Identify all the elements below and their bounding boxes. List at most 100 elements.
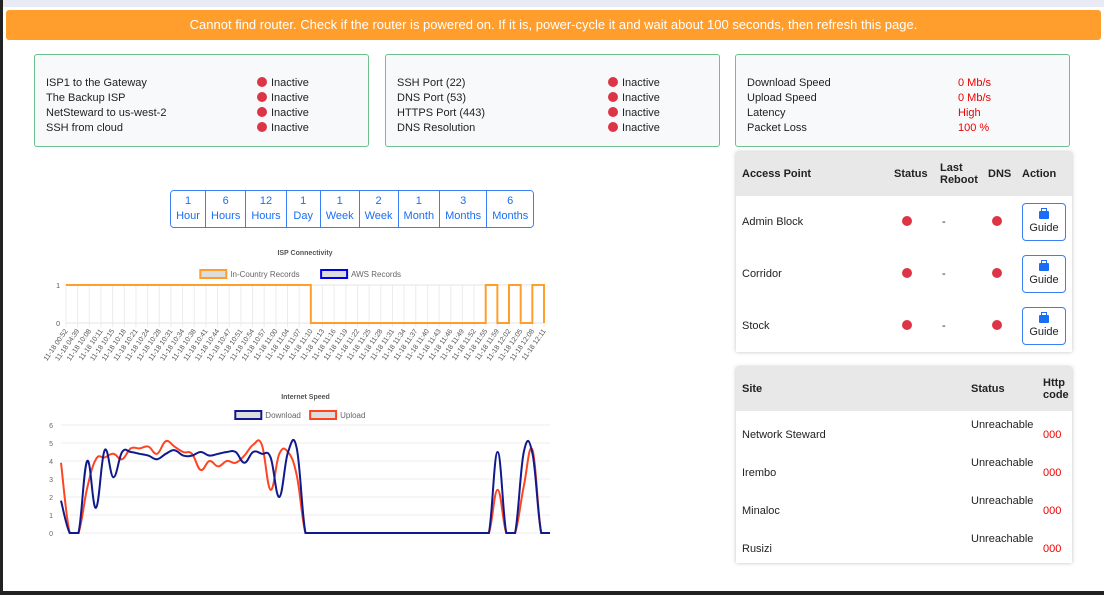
range-1-month-button[interactable]: 1 Month (397, 191, 440, 227)
metric-label: Latency (747, 106, 786, 119)
status-row: The Backup ISP Inactive (46, 90, 357, 105)
range-number: 3 (460, 195, 467, 207)
series-line-0 (66, 284, 545, 324)
range-6-hours-button[interactable]: 6 Hours (205, 191, 246, 227)
inactive-dot-icon (257, 91, 267, 102)
range-2-week-button[interactable]: 2 Week (358, 191, 398, 227)
status-label: SSH from cloud (46, 121, 124, 134)
metric-label: Packet Loss (747, 121, 807, 134)
range-unit: Month (403, 210, 435, 222)
status-label: ISP1 to the Gateway (46, 76, 147, 89)
status-cell (888, 216, 934, 228)
action-cell: Guide (1016, 255, 1066, 293)
legend-swatch[interactable] (234, 410, 263, 420)
metric-value: 0 Mb/s (958, 76, 992, 89)
status-row: SSH from cloud Inactive (46, 120, 357, 135)
guide-label: Guide (1029, 273, 1059, 286)
status-label: NetSteward to us-west-2 (46, 106, 167, 119)
y-tick-label: 1 (49, 513, 53, 520)
legend-label[interactable]: AWS Records (351, 270, 401, 279)
http-code: 000 (1043, 543, 1062, 555)
site-name: Minaloc (742, 505, 780, 517)
table-header: Access Point Status Last Reboot DNS Action (736, 152, 1072, 196)
dns-cell (982, 320, 1016, 332)
legend-swatch[interactable] (309, 410, 338, 420)
range-number: 6 (222, 195, 229, 207)
status-value: Inactive (608, 106, 708, 119)
status-dot-icon (902, 216, 912, 226)
y-tick-label: 1 (56, 283, 60, 290)
isp-connectivity-chart: ISP Connectivity In-Country Records AWS Re… (43, 250, 548, 362)
metric-value: High (958, 106, 981, 119)
range-number: 1 (300, 195, 307, 207)
status-cell (888, 268, 934, 280)
guide-button[interactable]: Guide (1022, 255, 1066, 293)
time-range-selector: 1 Hour 6 Hours 12 Hours 1 Day 1 Week 2 Week 1 Month 3 M… (170, 190, 535, 228)
legend-label[interactable]: Upload (340, 411, 365, 420)
range-unit: Day (293, 210, 313, 222)
inactive-dot-icon (257, 121, 267, 132)
legend-swatch[interactable] (199, 269, 228, 279)
status-row: HTTPS Port (443) Inactive (397, 105, 708, 120)
site-name: Irembo (742, 467, 777, 479)
status-text: Inactive (622, 76, 660, 89)
status-label: HTTPS Port (443) (397, 106, 486, 119)
dns-dot-icon (992, 268, 1002, 278)
dns-cell (982, 268, 1016, 280)
status-row: DNS Port (53) Inactive (397, 90, 708, 105)
y-tick-label: 6 (49, 423, 53, 430)
site-status: Unreachable (971, 533, 1034, 545)
status-text: Inactive (622, 91, 660, 104)
status-label: DNS Port (53) (397, 91, 467, 104)
dns-dot-icon (992, 216, 1002, 226)
last-reboot: - (942, 216, 946, 228)
http-code: 000 (1043, 505, 1062, 517)
status-dot-icon (902, 268, 912, 278)
range-6-months-button[interactable]: 6 Months (486, 191, 534, 227)
column-header: Http code (1043, 377, 1069, 401)
guide-button[interactable]: Guide (1022, 203, 1066, 241)
status-label: DNS Resolution (397, 121, 476, 134)
metric-label: Download Speed (747, 76, 831, 89)
status-value: Inactive (257, 106, 357, 119)
dns-dot-icon (992, 320, 1002, 330)
metric-value: 100 % (958, 121, 990, 134)
range-1-week-button[interactable]: 1 Week (319, 191, 359, 227)
metric-row: Download Speed 0 Mb/s (747, 75, 1058, 90)
inactive-dot-icon (608, 121, 618, 132)
inactive-dot-icon (608, 76, 618, 87)
top-strip (3, 0, 1104, 7)
range-1-hour-button[interactable]: 1 Hour (171, 191, 205, 227)
table-row: Network Steward Unreachable 000 (736, 411, 1072, 449)
range-1-day-button[interactable]: 1 Day (285, 191, 320, 227)
ports-card: SSH Port (22) Inactive DNS Port (53) Inacti… (385, 54, 720, 147)
column-header: Status (894, 168, 928, 180)
legend-swatch[interactable] (320, 269, 349, 279)
internet-speed-chart: Internet Speed Download Upload 0 1 2 3 4 5 6 (49, 394, 550, 538)
access-point-table: Access Point Status Last Reboot DNS Action Ad… (736, 152, 1072, 352)
connectivity-card: ISP1 to the Gateway Inactive The Backup IS… (34, 54, 369, 147)
status-row: DNS Resolution Inactive (397, 120, 708, 135)
ap-name: Stock (742, 320, 770, 332)
y-tick-label: 4 (49, 459, 53, 466)
guide-button[interactable]: Guide (1022, 307, 1066, 345)
guide-label: Guide (1029, 221, 1059, 234)
status-value: Inactive (608, 91, 708, 104)
last-reboot: - (942, 320, 946, 332)
guide-label: Guide (1029, 325, 1059, 338)
range-3-months-button[interactable]: 3 Months (439, 191, 487, 227)
legend-label[interactable]: In-Country Records (230, 270, 299, 279)
range-12-hours-button[interactable]: 12 Hours (245, 191, 286, 227)
y-tick-label: 3 (49, 477, 53, 484)
status-text: Inactive (271, 76, 309, 89)
table-row: Admin Block - Guide (736, 196, 1072, 248)
page: Cannot find router. Check if the router … (3, 0, 1104, 591)
range-unit: Hours (251, 210, 281, 222)
table-header: Site Status Http code (736, 367, 1072, 411)
legend-label[interactable]: Download (265, 411, 301, 420)
column-header: Status (971, 383, 1005, 395)
http-code: 000 (1043, 429, 1062, 441)
range-unit: Hour (176, 210, 200, 222)
range-number: 2 (375, 195, 382, 207)
status-text: Inactive (622, 106, 660, 119)
